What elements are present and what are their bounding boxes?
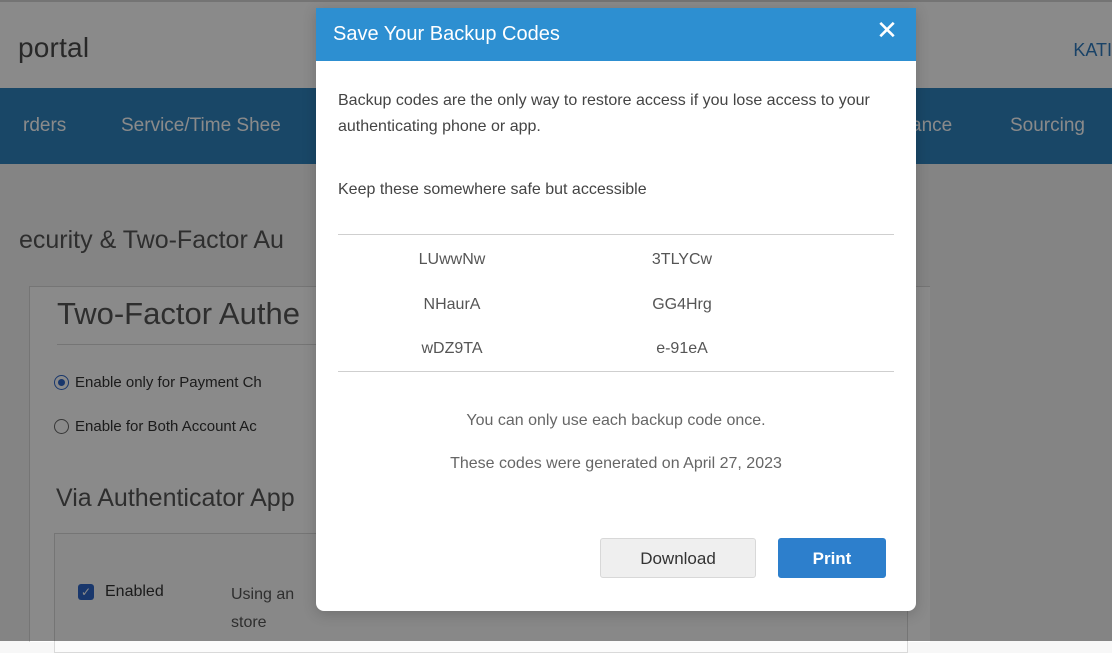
backup-code: 3TLYCw <box>651 251 713 268</box>
backup-code: wDZ9TA <box>421 340 483 357</box>
backup-code: LUwwNw <box>418 251 486 268</box>
modal-header: Save Your Backup Codes ✕ <box>316 8 916 61</box>
backup-code: e-91eA <box>656 340 708 357</box>
backup-codes-list: LUwwNw 3TLYCw NHaurA GG4Hrg wDZ9TA e-91e… <box>338 234 894 372</box>
close-icon[interactable]: ✕ <box>875 18 899 44</box>
generated-date-note: These codes were generated on April 27, … <box>450 455 782 472</box>
single-use-note: You can only use each backup code once. <box>466 412 766 429</box>
backup-codes-modal: Save Your Backup Codes ✕ Backup codes ar… <box>316 8 916 611</box>
backup-code: NHaurA <box>423 296 481 313</box>
keep-safe-message: Keep these somewhere safe but accessible <box>338 181 647 198</box>
backup-code: GG4Hrg <box>652 296 712 313</box>
backup-message: Backup codes are the only way to restore… <box>338 92 870 135</box>
download-button[interactable]: Download <box>600 538 756 578</box>
print-button[interactable]: Print <box>778 538 886 578</box>
modal-title: Save Your Backup Codes <box>333 23 560 45</box>
